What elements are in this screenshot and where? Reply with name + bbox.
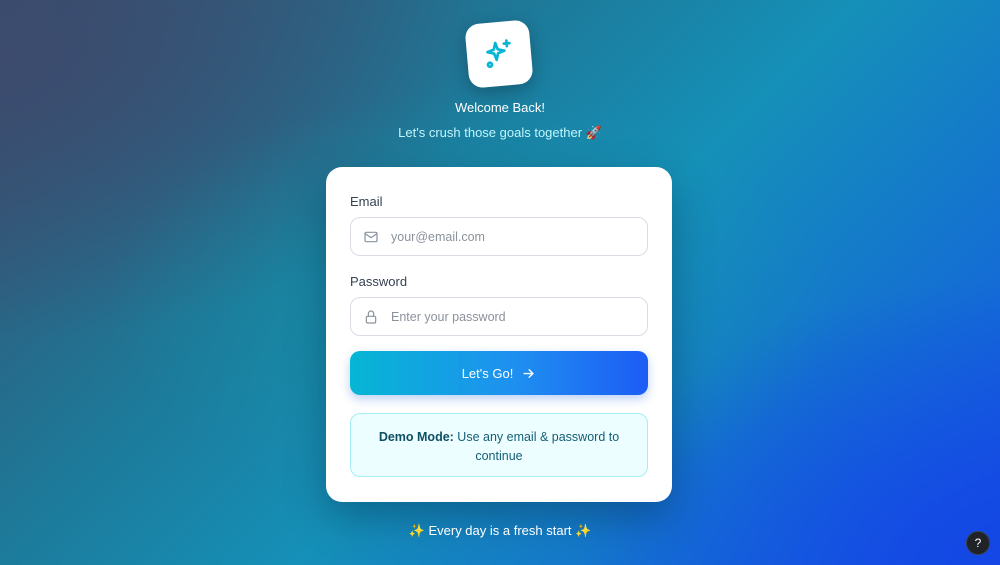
password-label: Password	[350, 274, 408, 289]
app-logo	[464, 19, 534, 89]
login-card: Email Password Let's Go! Demo Mode: Use …	[326, 167, 672, 502]
demo-mode-title: Demo Mode:	[378, 430, 454, 444]
demo-mode-text: Use any email & password to continue	[453, 430, 620, 463]
lock-icon	[351, 309, 391, 325]
help-button[interactable]: ?	[966, 531, 990, 555]
submit-button-label: Let's Go!	[461, 365, 514, 381]
email-label: Email	[350, 194, 383, 209]
page-tagline: Let's crush those goals together 🚀	[398, 125, 602, 140]
arrow-right-icon	[523, 368, 534, 378]
sparkles-icon	[486, 39, 511, 69]
page-title: Welcome Back!	[454, 100, 546, 115]
password-input[interactable]	[391, 309, 631, 324]
email-input[interactable]	[391, 229, 631, 244]
submit-button[interactable]: Let's Go!	[350, 351, 648, 395]
email-field-wrapper	[350, 217, 648, 256]
demo-mode-notice: Demo Mode: Use any email & password to c…	[350, 413, 648, 477]
help-icon: ?	[974, 536, 982, 550]
password-field-wrapper	[350, 297, 648, 336]
mail-icon	[351, 229, 391, 245]
footer-motto: ✨ Every day is a fresh start ✨	[408, 523, 592, 538]
